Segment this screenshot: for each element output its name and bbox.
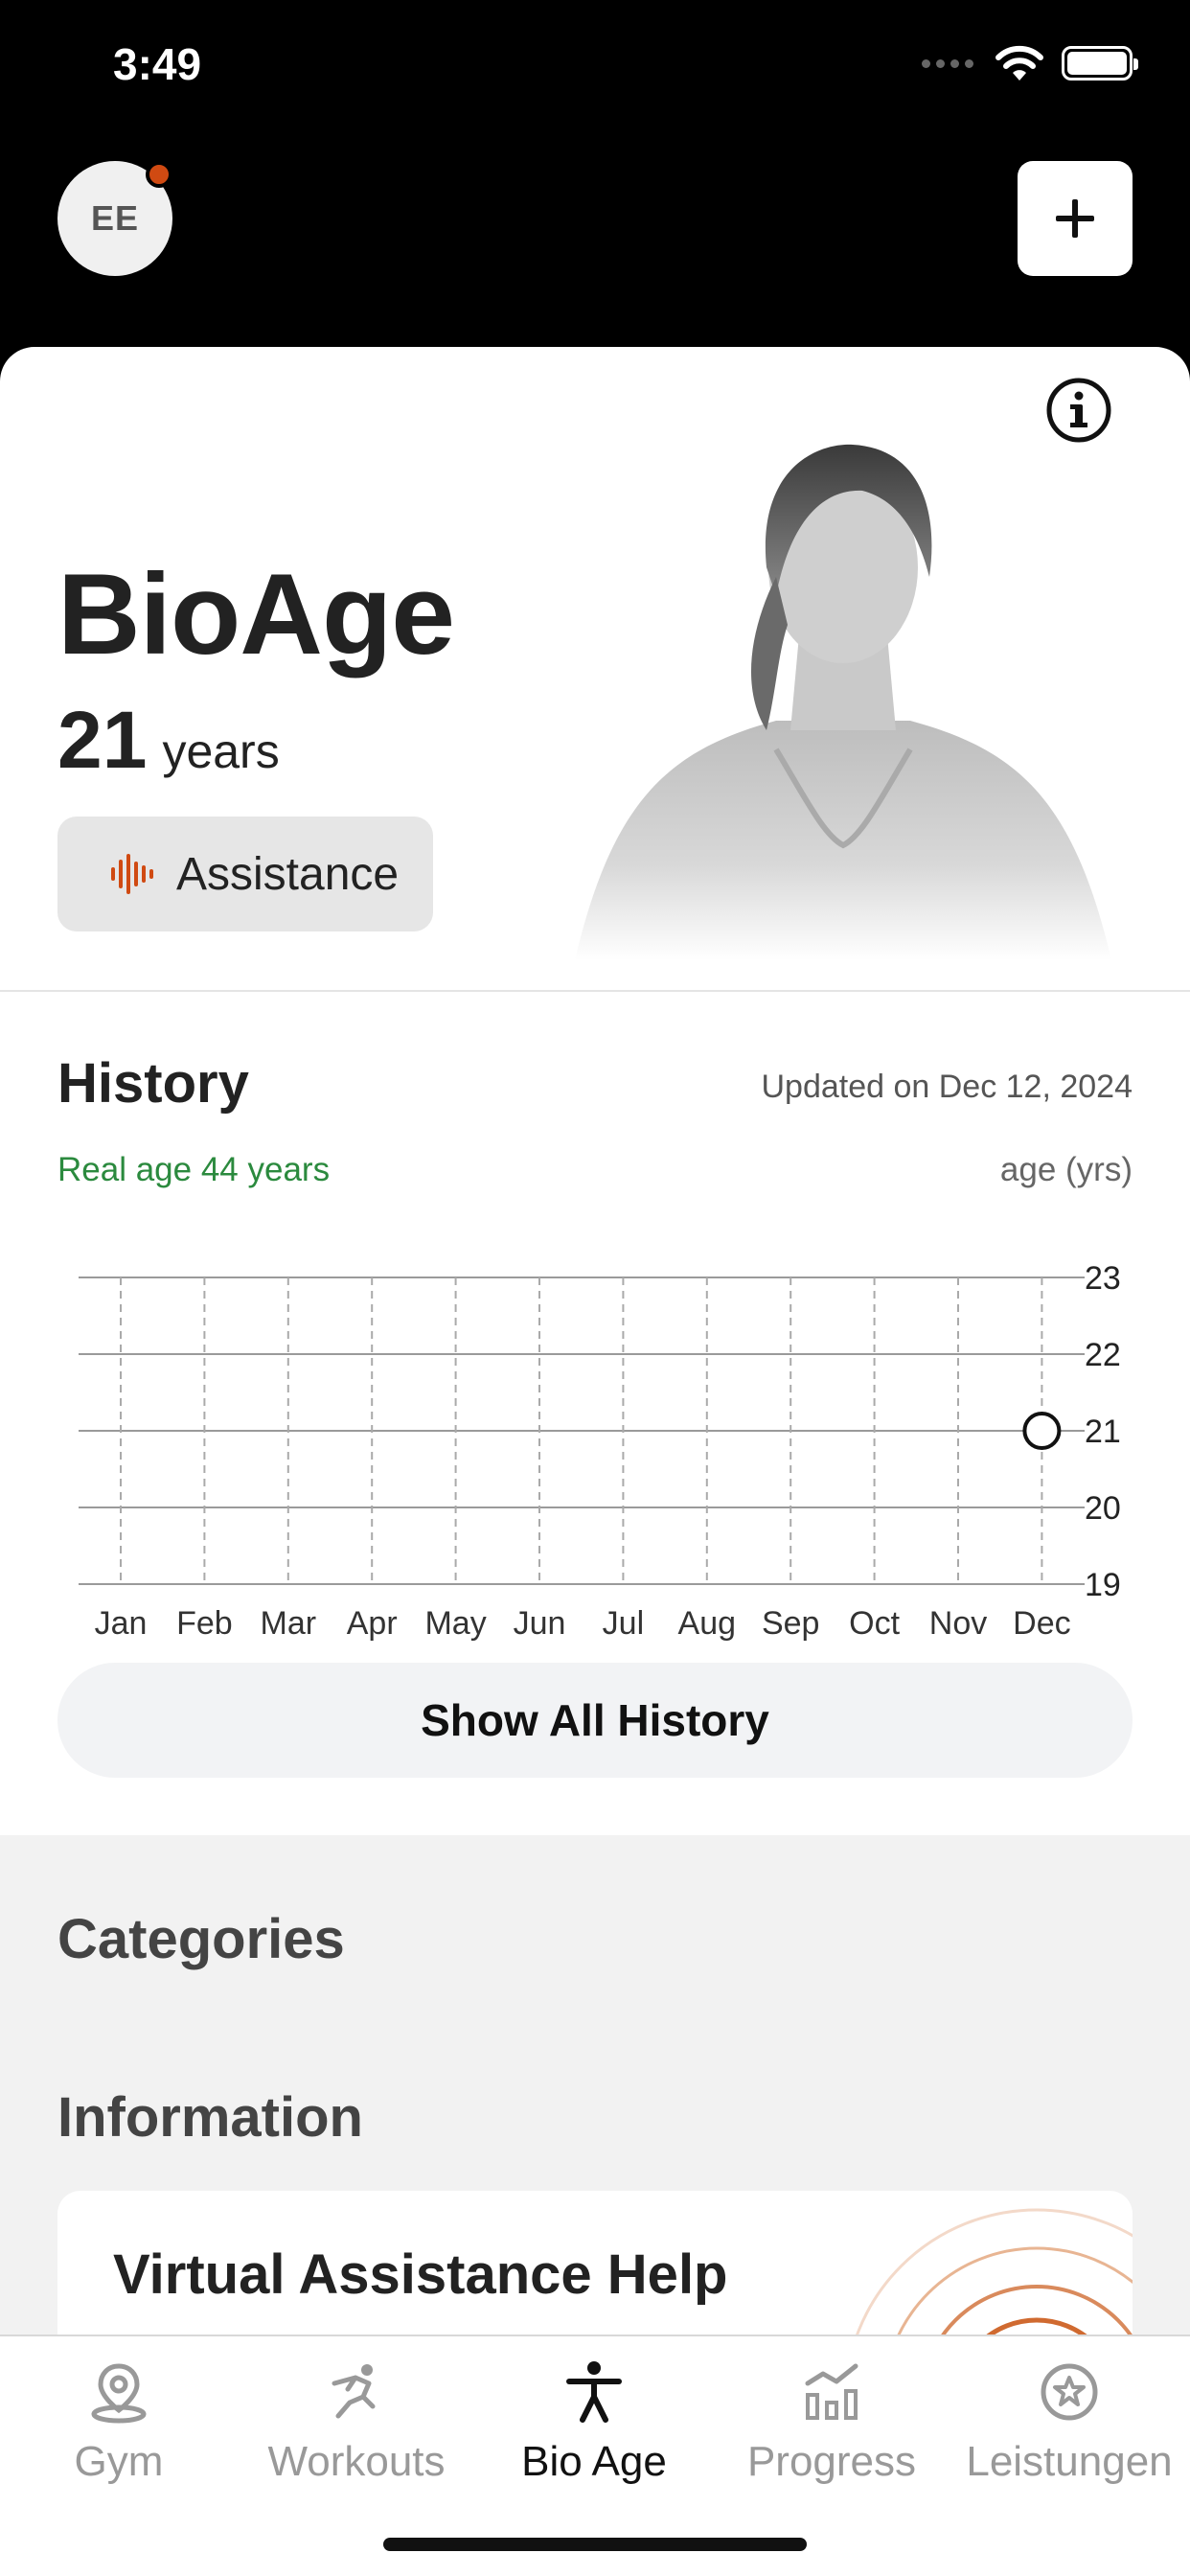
avatar-initials: EE <box>90 198 140 238</box>
data-point <box>1022 1412 1062 1450</box>
woman-illustration <box>575 444 1111 960</box>
notification-dot <box>146 161 172 188</box>
person-icon <box>566 2361 622 2423</box>
avatar[interactable]: EE <box>57 161 172 276</box>
bioage-card: BioAge 21 years Assistance <box>0 347 1190 991</box>
tab-bio-age[interactable]: Bio Age <box>475 2356 713 2499</box>
battery-icon <box>1062 46 1138 80</box>
x-tick-label: Feb <box>176 1605 233 1642</box>
assistance-label: Assistance <box>176 848 400 900</box>
y-tick-label: 22 <box>1085 1337 1121 1373</box>
y-tick-label: 20 <box>1085 1490 1121 1527</box>
plus-icon <box>1056 199 1094 238</box>
x-tick-label: Dec <box>1013 1605 1070 1642</box>
info-card-title: Virtual Assistance Help <box>113 2243 728 2306</box>
information-title: Information <box>57 2086 363 2149</box>
tab-progress[interactable]: Progress <box>713 2356 950 2499</box>
tab-label: Gym <box>74 2438 164 2485</box>
star-badge-icon <box>1041 2363 1098 2421</box>
assistance-button[interactable]: Assistance <box>57 816 433 932</box>
history-chart: 23 22 21 20 19 Jan Feb Mar Apr May Jun Jul Aug Sep Oct… <box>79 1260 1121 1642</box>
x-tick-label: Apr <box>347 1605 398 1642</box>
bar-chart-icon <box>805 2363 858 2420</box>
location-pin-icon <box>91 2363 147 2424</box>
age-unit: years <box>162 724 280 778</box>
tab-label: Progress <box>746 2438 917 2485</box>
tab-label: Workouts <box>267 2438 446 2485</box>
show-all-history-button[interactable]: Show All History <box>57 1663 1133 1778</box>
concentric-rings-icon <box>852 2208 1133 2344</box>
age-unit-label: age (yrs) <box>999 1151 1133 1188</box>
x-tick-label: May <box>424 1605 486 1642</box>
status-time: 3:49 <box>113 39 202 89</box>
wifi-icon <box>995 45 1043 80</box>
x-tick-label: Sep <box>762 1605 820 1642</box>
x-tick-label: Aug <box>678 1605 737 1642</box>
tab-label: Leistungen <box>966 2438 1173 2485</box>
age-number: 21 <box>57 695 148 785</box>
home-indicator <box>383 2538 807 2551</box>
tab-label: Bio Age <box>521 2438 667 2485</box>
real-age-label: Real age 44 years <box>57 1151 331 1188</box>
tab-gym[interactable]: Gym <box>0 2356 238 2499</box>
categories-title: Categories <box>57 1908 345 1970</box>
y-tick-label: 23 <box>1085 1260 1121 1297</box>
cellular-signal-icon <box>922 58 973 68</box>
running-icon <box>332 2364 376 2419</box>
tab-leistungen[interactable]: Leistungen <box>950 2356 1188 2499</box>
status-icons <box>922 44 1138 82</box>
history-card: History Updated on Dec 12, 2024 Real age… <box>0 992 1190 1835</box>
y-tick-label: 21 <box>1085 1414 1121 1450</box>
add-button[interactable] <box>1018 161 1133 276</box>
x-tick-label: Jan <box>95 1605 148 1642</box>
tab-workouts[interactable]: Workouts <box>238 2356 475 2499</box>
bioage-value: 21 years <box>57 694 280 787</box>
updated-date: Updated on Dec 12, 2024 <box>761 1069 1133 1105</box>
x-tick-label: Nov <box>929 1605 987 1642</box>
history-title: History <box>57 1052 249 1115</box>
waveform-icon <box>111 854 153 894</box>
x-tick-label: Mar <box>261 1605 317 1642</box>
x-tick-label: Oct <box>849 1605 900 1642</box>
info-icon[interactable] <box>1044 376 1113 445</box>
x-tick-label: Jun <box>514 1605 566 1642</box>
info-card-virtual-assistance[interactable]: Virtual Assistance Help <box>57 2191 1133 2344</box>
page-title: BioAge <box>57 550 455 678</box>
y-tick-label: 19 <box>1085 1567 1121 1603</box>
x-tick-label: Jul <box>603 1605 644 1642</box>
